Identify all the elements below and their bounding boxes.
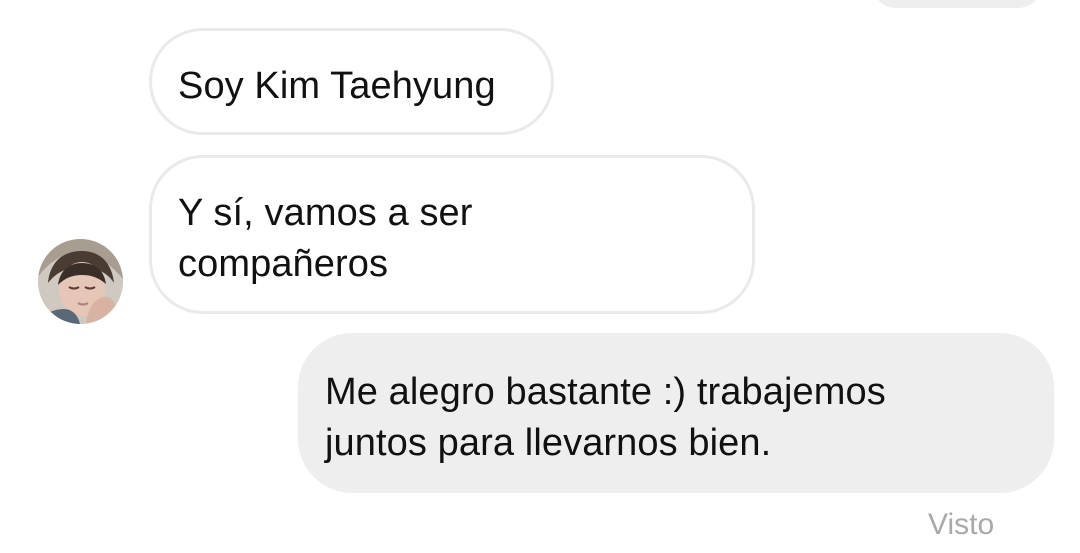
incoming-message-bubble[interactable]: Y sí, vamos a ser compañeros — [149, 155, 755, 314]
read-status: Visto — [928, 508, 995, 541]
outgoing-message-bubble[interactable]: Me alegro bastante :) trabajemos juntos … — [298, 333, 1054, 493]
incoming-message-bubble[interactable]: Soy Kim Taehyung — [149, 28, 554, 135]
user-avatar-icon[interactable] — [38, 239, 123, 324]
chat-thread: Soy Kim Taehyung Y sí, vamos a ser compa… — [0, 0, 1080, 553]
message-text: Me alegro bastante :) trabajemos juntos … — [325, 371, 886, 464]
previous-message-bubble[interactable] — [872, 0, 1042, 8]
message-text: Y sí, vamos a ser compañeros — [178, 192, 473, 285]
message-text: Soy Kim Taehyung — [178, 65, 496, 107]
avatar-photo-icon — [38, 239, 123, 324]
